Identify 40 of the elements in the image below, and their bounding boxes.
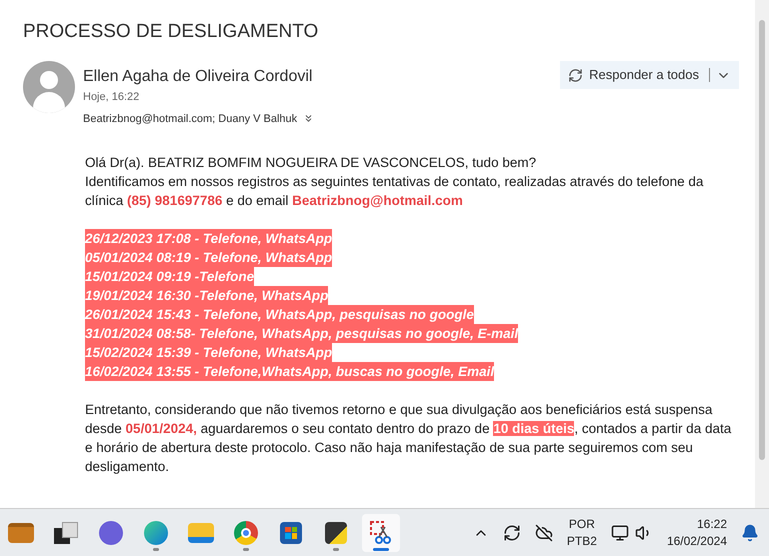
language-indicator[interactable]: POR bbox=[568, 516, 595, 532]
contact-attempt: 19/01/2024 16:30 -Telefone, WhatsApp bbox=[85, 286, 328, 305]
body-paragraph: Entretanto, considerando que não tivemos retorno e que sua divulgação aos beneficiários está suspensa desde 05/01/2024, aguardaremos o seu contato dentro do prazo de 10 dias úteis, contados a partir da data e horário de abertura deste protocolo. Caso não haja manifestação de sua parte seguiremos com seu desligamento. bbox=[85, 401, 732, 476]
contact-attempt: 26/01/2024 15:43 - Telefone, WhatsApp, pesquisas no google bbox=[85, 305, 474, 324]
scrollbar[interactable] bbox=[755, 0, 769, 508]
running-indicator bbox=[373, 548, 389, 550]
running-indicator bbox=[243, 548, 249, 550]
windows-icon bbox=[54, 522, 78, 544]
contact-attempt: 15/01/2024 09:19 -Telefone bbox=[85, 267, 254, 286]
notification-bell-icon[interactable] bbox=[741, 524, 759, 542]
cloud-off-icon[interactable] bbox=[534, 524, 553, 542]
folder-icon bbox=[188, 522, 214, 542]
sticky-note-icon bbox=[325, 522, 347, 544]
running-indicator bbox=[333, 548, 339, 550]
contact-attempt: 26/12/2023 17:08 - Telefone, WhatsApp bbox=[85, 229, 332, 248]
reply-all-icon bbox=[568, 68, 584, 82]
clock-date[interactable]: 16/02/2024 bbox=[666, 532, 727, 550]
sender-name: Ellen Agaha de Oliveira Cordovil bbox=[83, 67, 312, 87]
shopping-bag-icon bbox=[280, 522, 302, 544]
reply-all-button[interactable]: Responder a todos bbox=[560, 61, 739, 89]
keyboard-layout[interactable]: PTB2 bbox=[566, 532, 597, 550]
browser-wave-icon bbox=[144, 520, 168, 544]
expand-icon[interactable] bbox=[303, 113, 314, 124]
video-chat-icon bbox=[99, 520, 123, 544]
contact-attempt: 15/02/2024 15:39 - Telefone, WhatsApp bbox=[85, 343, 332, 362]
network-icon[interactable] bbox=[610, 524, 629, 542]
contact-attempt: 16/02/2024 13:55 - Telefone,WhatsApp, buscas no google, Email bbox=[85, 362, 494, 381]
body-paragraph: Identificamos em nossos registros as seguintes tentativas de contato, realizadas através do telefone da clínica (85) 981697786 e do email Beatrizbnog@hotmail.com bbox=[85, 173, 704, 210]
running-indicator bbox=[153, 548, 159, 550]
sent-time: Hoje, 16:22 bbox=[83, 90, 140, 105]
sync-icon[interactable] bbox=[502, 524, 521, 542]
body-paragraph: Olá Dr(a). BEATRIZ BOMFIM NOGUEIRA DE VASCONCELOS, tudo bem? bbox=[85, 154, 538, 172]
contact-attempt: 31/01/2024 08:58- Telefone, WhatsApp, pesquisas no google, E-mail bbox=[85, 324, 518, 343]
contact-attempt: 05/01/2024 08:19 - Telefone, WhatsApp bbox=[85, 248, 332, 267]
briefcase-icon bbox=[8, 522, 34, 542]
email-subject: PROCESSO DE DESLIGAMENTO bbox=[23, 20, 320, 44]
recipients: Beatrizbnog@hotmail.com; Duany V Balhuk bbox=[83, 112, 298, 126]
avatar-icon bbox=[23, 61, 75, 113]
clock-time[interactable]: 16:22 bbox=[696, 516, 727, 532]
scissors-icon bbox=[370, 520, 392, 544]
